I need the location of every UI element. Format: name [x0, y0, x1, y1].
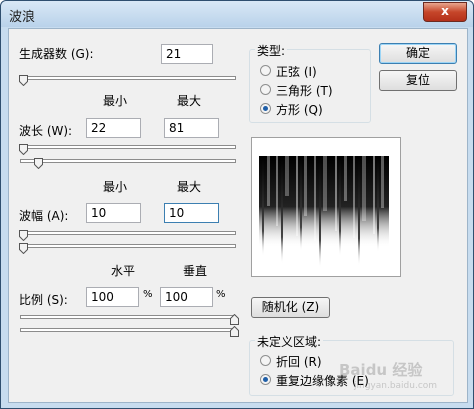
amplitude-min-slider-track[interactable]	[20, 231, 236, 235]
generators-slider-track[interactable]	[20, 76, 236, 80]
reset-button[interactable]: 复位	[379, 70, 457, 91]
amplitude-max-slider-track[interactable]	[20, 244, 236, 248]
type-sine-label[interactable]: 正弦 (I)	[276, 63, 317, 80]
wavelength-max-header: 最大	[177, 94, 202, 108]
window-title: 波浪	[9, 10, 36, 25]
randomize-button[interactable]: 随机化 (Z)	[251, 297, 330, 318]
scale-horizontal-unit: %	[143, 289, 153, 300]
wavelength-max-slider-thumb[interactable]	[34, 158, 43, 169]
amplitude-min-header: 最小	[103, 180, 128, 194]
scale-label: 比例 (S):	[19, 293, 68, 307]
wavelength-min-input[interactable]: 22	[86, 118, 141, 138]
close-button[interactable]: x	[423, 2, 467, 22]
undefined-area-group-label: 未定义区域:	[255, 333, 324, 350]
scale-horizontal-header: 水平	[111, 264, 136, 278]
wrap-around-radio[interactable]	[260, 355, 271, 366]
amplitude-max-slider-thumb[interactable]	[19, 243, 28, 254]
type-triangle-label[interactable]: 三角形 (T)	[276, 82, 333, 99]
ok-button[interactable]: 确定	[379, 43, 457, 64]
wavelength-min-slider-track[interactable]	[20, 145, 236, 149]
scale-vertical-slider-thumb[interactable]	[230, 326, 239, 337]
scale-horizontal-slider-track[interactable]	[20, 315, 236, 319]
scale-vertical-slider-track[interactable]	[20, 328, 236, 332]
wave-preview	[251, 137, 401, 277]
close-icon: x	[441, 4, 449, 18]
wrap-around-label[interactable]: 折回 (R)	[276, 353, 322, 370]
wavelength-label: 波长 (W):	[19, 124, 73, 138]
wavelength-min-slider-thumb[interactable]	[19, 144, 28, 155]
scale-horizontal-slider-thumb[interactable]	[230, 314, 239, 325]
scale-horizontal-input[interactable]: 100	[86, 287, 139, 307]
amplitude-min-input[interactable]: 10	[86, 203, 141, 223]
scale-vertical-unit: %	[216, 289, 226, 300]
generators-slider-thumb[interactable]	[19, 75, 28, 86]
type-group-label: 类型:	[255, 42, 288, 59]
amplitude-max-input[interactable]: 10	[164, 203, 219, 223]
amplitude-min-slider-thumb[interactable]	[19, 230, 28, 241]
scale-vertical-header: 垂直	[183, 264, 208, 278]
type-square-label[interactable]: 方形 (Q)	[276, 101, 323, 118]
watermark-url: jingyan.baidu.com	[354, 381, 438, 391]
wavelength-max-input[interactable]: 81	[164, 118, 219, 138]
repeat-edge-pixels-radio[interactable]	[260, 374, 271, 385]
watermark-logo: Baidu 经验	[339, 361, 423, 379]
wavelength-min-header: 最小	[103, 94, 128, 108]
title-bar[interactable]: 波浪 x	[1, 1, 473, 27]
type-sine-radio[interactable]	[260, 65, 271, 76]
dialog-body: 生成器数 (G): 21 最小 最大 波长 (W): 22 81 最小 最大 波…	[8, 28, 468, 403]
wave-preview-image	[259, 156, 389, 268]
generators-input[interactable]: 21	[161, 44, 213, 64]
wave-dialog: 波浪 x 生成器数 (G): 21 最小 最大 波长 (W): 22 81 最小…	[0, 0, 474, 409]
amplitude-max-header: 最大	[177, 180, 202, 194]
generators-label: 生成器数 (G):	[19, 47, 94, 61]
scale-vertical-input[interactable]: 100	[160, 287, 213, 307]
type-triangle-radio[interactable]	[260, 84, 271, 95]
wavelength-max-slider-track[interactable]	[20, 159, 236, 163]
amplitude-label: 波幅 (A):	[19, 209, 69, 223]
type-square-radio[interactable]	[260, 103, 271, 114]
